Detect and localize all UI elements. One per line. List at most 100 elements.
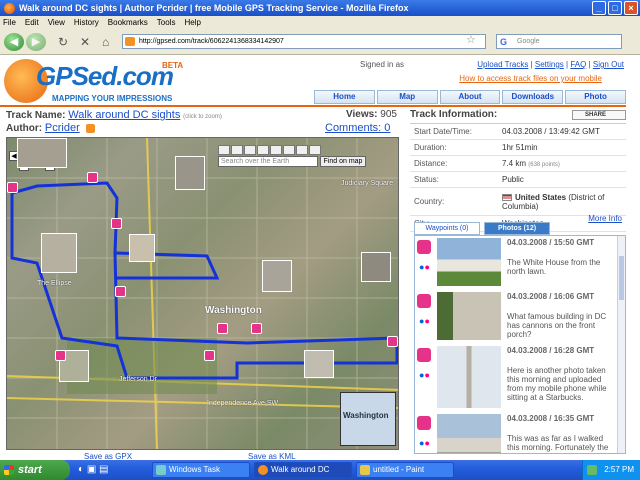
info-key: Status: [414,175,439,184]
search-box[interactable]: G Google [496,34,622,49]
sign-out-link[interactable]: Sign Out [593,60,624,69]
info-key: Distance: [414,159,448,168]
url-bar[interactable]: http://gpsed.com/track/60622413683341429… [122,34,486,49]
map-photo-thumbnail[interactable] [41,233,77,273]
menu-view[interactable]: View [48,18,65,27]
photo-marker-icon[interactable] [204,350,215,361]
track-info-panel: Track Information: SHARE Start Date/Time… [410,109,626,454]
map-tool-satellite-icon[interactable] [283,145,295,155]
list-item[interactable]: ●● 04.03.2008 / 16:28 GMT Here is anothe… [415,344,618,417]
photo-thumbnail[interactable] [437,292,501,340]
photo-marker-icon[interactable] [111,218,122,229]
site-logo[interactable]: GPSed.com BETA MAPPING YOUR IMPRESSIONS [4,59,209,103]
menu-history[interactable]: History [74,18,99,27]
photo-marker-icon[interactable] [217,323,228,334]
tab-photo[interactable]: Photo [565,90,626,104]
photo-thumbnail[interactable] [437,414,501,453]
tab-photos[interactable]: Photos (12) [484,222,550,235]
photo-date: 04.03.2008 / 16:28 GMT [507,346,595,355]
photo-list: ●● 04.03.2008 / 15:50 GMT The White Hous… [414,235,626,454]
overview-minimap[interactable]: Washington [340,392,396,446]
taskbar-item-paint[interactable]: untitled - Paint [356,462,454,478]
track-name-link[interactable]: Walk around DC sights [68,109,180,121]
photo-marker-icon[interactable] [7,182,18,193]
menu-bookmarks[interactable]: Bookmarks [108,18,148,27]
list-item[interactable]: ●● 04.03.2008 / 16:35 GMT This was as fa… [415,412,618,453]
photo-list-scrollbar[interactable] [617,236,625,453]
map-tool-hybrid-icon[interactable] [296,145,308,155]
stop-icon[interactable]: ✕ [80,35,90,49]
map-photo-thumbnail[interactable] [304,350,334,378]
photo-marker-icon[interactable] [55,350,66,361]
map-tool-layers-icon[interactable] [244,145,256,155]
info-row: Duration: 1hr 51min [410,140,626,156]
maximize-button[interactable]: □ [608,1,622,15]
map-tool-hand-icon[interactable] [218,145,230,155]
photo-thumbnail[interactable] [437,346,501,408]
map-photo-thumbnail[interactable] [262,260,292,292]
minimize-button[interactable]: _ [592,1,606,15]
taskbar-item-firefox[interactable]: Walk around DC sight... [254,462,352,480]
share-button[interactable]: SHARE [572,110,626,120]
map-label-independence: Independence Ave SW [207,400,279,407]
map-photo-thumbnail[interactable] [17,138,67,168]
tab-waypoints[interactable]: Waypoints (0) [414,222,480,235]
bookmark-star-icon[interactable]: ☆ [466,33,476,46]
settings-link[interactable]: Settings [535,60,564,69]
photo-date: 04.03.2008 / 15:50 GMT [507,238,595,247]
signed-in-text: Signed in as [360,60,405,69]
tab-about[interactable]: About [439,90,501,104]
close-button[interactable]: × [624,1,638,15]
map-tool-measure-icon[interactable] [231,145,243,155]
home-icon[interactable]: ⌂ [102,35,109,49]
photo-marker-icon[interactable] [115,286,126,297]
rss-icon[interactable] [85,123,95,133]
howto-link[interactable]: How to access track files on your mobile [459,74,602,83]
photo-marker-icon [417,294,431,308]
satellite-map[interactable]: ▲ ◀ ▶ ▼ + − Search over the Earth Find o… [6,137,399,450]
map-tool-3d-icon[interactable] [309,145,321,155]
reload-icon[interactable]: ↻ [58,35,68,49]
url-text: http://gpsed.com/track/60622413683341429… [139,38,284,45]
map-photo-thumbnail[interactable] [129,234,155,262]
photo-thumbnail[interactable] [437,238,501,286]
clock: 2:57 PM [604,465,634,474]
quick-launch-icons[interactable]: ◐ ▣ ▤ [78,464,109,475]
map-toolbar [218,145,368,155]
map-search-input[interactable]: Search over the Earth [218,156,318,167]
tab-home[interactable]: Home [314,90,375,104]
menu-edit[interactable]: Edit [25,18,39,27]
start-button[interactable]: start [0,460,70,480]
tab-downloads[interactable]: Downloads [502,90,564,104]
tray-icon[interactable] [587,465,597,475]
search-placeholder: Google [517,38,540,45]
photo-date: 04.03.2008 / 16:35 GMT [507,414,595,423]
track-info-title: Track Information: [410,109,498,120]
faq-link[interactable]: FAQ [570,60,586,69]
menu-tools[interactable]: Tools [157,18,176,27]
map-photo-thumbnail[interactable] [175,156,205,190]
tab-map[interactable]: Map [376,90,438,104]
scrollbar-thumb[interactable] [619,256,624,300]
map-tool-link-icon[interactable] [270,145,282,155]
menu-help[interactable]: Help [184,18,200,27]
forward-button[interactable]: ▶ [26,33,46,51]
find-on-map-button[interactable]: Find on map [320,156,366,167]
taskbar-item-task-manager[interactable]: Windows Task Manager [152,462,250,480]
menu-file[interactable]: File [3,18,16,27]
info-row: Status: Public [410,172,626,188]
map-tool-print-icon[interactable] [257,145,269,155]
back-button[interactable]: ◀ [4,33,24,51]
photo-marker-icon[interactable] [387,336,398,347]
info-key: Duration: [414,143,447,152]
upload-tracks-link[interactable]: Upload Tracks [477,60,528,69]
photo-marker-icon[interactable] [87,172,98,183]
photo-marker-icon[interactable] [251,323,262,334]
flickr-icon: ●● [419,370,430,380]
author-link[interactable]: Pcrider [45,122,80,134]
photo-marker-icon [417,240,431,254]
comments-link[interactable]: Comments: 0 [325,122,390,134]
info-row: Distance: 7.4 km (638 points) [410,156,626,172]
map-photo-thumbnail[interactable] [361,252,391,282]
beta-badge: BETA [162,61,184,70]
